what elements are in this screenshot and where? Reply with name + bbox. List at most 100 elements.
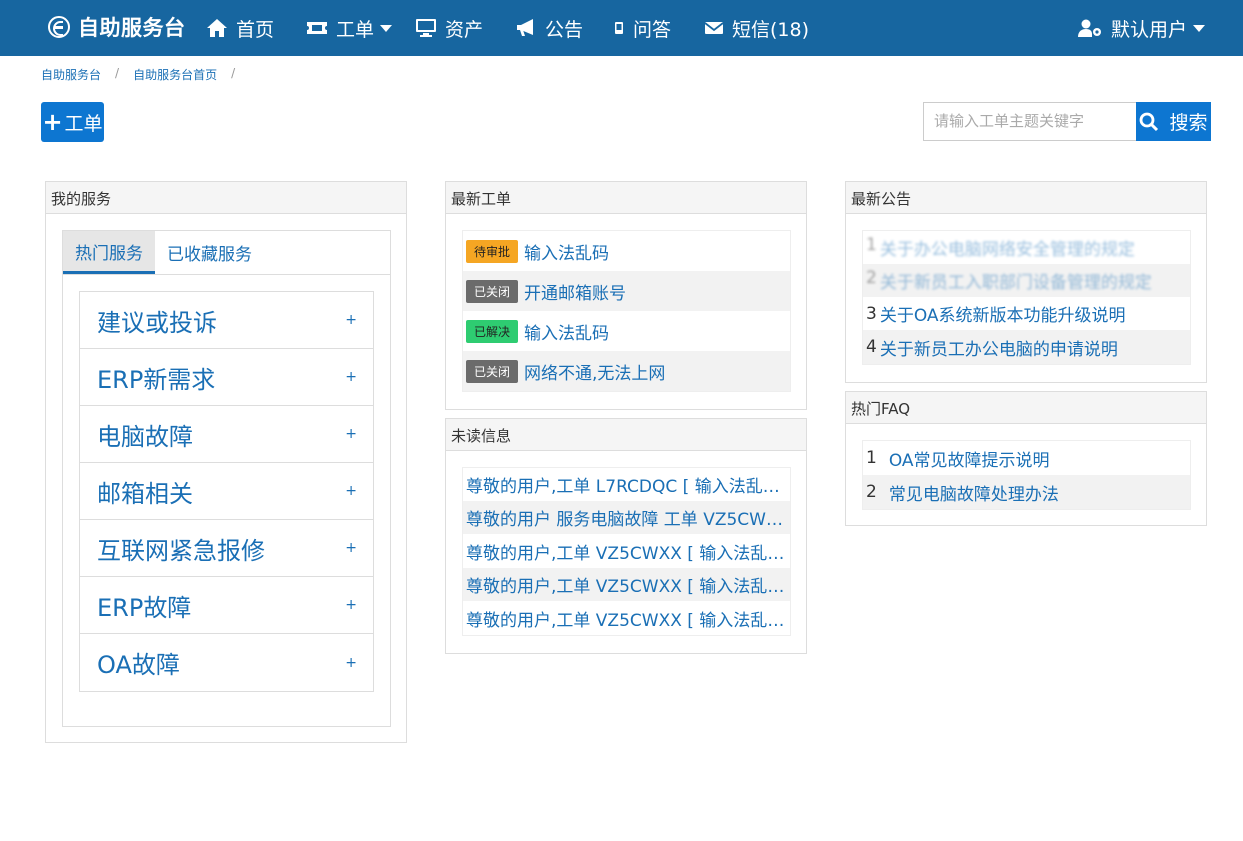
unread-panel: 未读信息 尊敬的用户,工单 L7RCDQC [ 输入法乱码 ] 尊敬的用户 服务… [445,418,807,654]
plus-icon[interactable]: + [345,312,357,328]
announcement-text[interactable]: 关于新员工办公电脑的申请说明 [880,335,1118,360]
announcement-number: 3 [866,303,877,324]
announcement-row[interactable]: 3 关于OA系统新版本功能升级说明 [863,297,1190,330]
brand-logo-icon [48,16,70,38]
nav-announcements[interactable]: 公告 [515,13,583,43]
message-text[interactable]: 尊敬的用户,工单 VZ5CWXX [ 输入法乱码 ] [466,606,789,631]
plus-icon: + [42,108,63,136]
plus-icon[interactable]: + [345,369,357,385]
plus-icon[interactable]: + [345,540,357,556]
announcement-text[interactable]: 关于办公电脑网络安全管理的规定 [880,235,1135,260]
my-services-title: 我的服务 [46,182,406,214]
latest-tickets-title: 最新工单 [446,182,806,214]
message-text[interactable]: 尊敬的用户,工单 L7RCDQC [ 输入法乱码 ] [466,472,789,497]
top-navbar: 自助服务台 首页 工单 资产 公告 问答 短信(18) 默认用户 [0,0,1243,56]
latest-tickets-panel: 最新工单 待审批 输入法乱码 已关闭 开通邮箱账号 已解决 输入法乱码 已关闭 … [445,181,807,410]
nav-sms[interactable]: 短信(18) [704,13,809,43]
faq-text[interactable]: OA常见故障提示说明 [889,446,1050,471]
plus-icon[interactable]: + [345,655,357,671]
message-row[interactable]: 尊敬的用户,工单 VZ5CWXX [ 输入法乱码 ] [463,568,790,601]
announcement-row[interactable]: 1 关于办公电脑网络安全管理的规定 [863,231,1190,264]
nav-sms-label: 短信(18) [732,18,810,41]
faq-panel: 热门FAQ 1 OA常见故障提示说明 2 常见电脑故障处理办法 [845,391,1207,526]
ticket-row[interactable]: 已关闭 开通邮箱账号 [463,271,790,311]
announcement-list: 1 关于办公电脑网络安全管理的规定 2 关于新员工入职部门设备管理的规定 3 关… [862,230,1191,365]
megaphone-icon [517,19,533,36]
message-row[interactable]: 尊敬的用户,工单 VZ5CWXX [ 输入法乱码 ] [463,601,790,635]
breadcrumb-item[interactable]: 自助服务台 [41,66,101,83]
ticket-row[interactable]: 待审批 输入法乱码 [463,231,790,271]
announcement-number: 2 [866,268,877,288]
nav-home[interactable]: 首页 [206,13,274,43]
unread-list: 尊敬的用户,工单 L7RCDQC [ 输入法乱码 ] 尊敬的用户 服务电脑故障 … [462,467,791,636]
faq-row[interactable]: 1 OA常见故障提示说明 [863,441,1190,475]
nav-home-label: 首页 [236,18,275,41]
service-item[interactable]: OA故障 + [80,634,373,691]
search-button-label: 搜索 [1169,112,1208,134]
faq-text[interactable]: 常见电脑故障处理办法 [889,480,1059,505]
home-icon [207,19,227,37]
faq-list: 1 OA常见故障提示说明 2 常见电脑故障处理办法 [862,440,1191,510]
plus-icon[interactable]: + [345,426,357,442]
nav-tickets-label: 工单 [336,18,375,41]
announcement-text[interactable]: 关于OA系统新版本功能升级说明 [880,301,1126,326]
new-ticket-button[interactable]: + 工单 [41,102,104,142]
message-text[interactable]: 尊敬的用户 服务电脑故障 工单 VZ5CWXX [466,505,789,530]
nav-assets[interactable]: 资产 [415,13,483,43]
announcement-row[interactable]: 2 关于新员工入职部门设备管理的规定 [863,264,1190,297]
faq-number: 2 [866,482,877,502]
my-services-panel: 我的服务 热门服务 已收藏服务 建议或投诉 + ERP新需求 + 电脑故障 + 邮箱相… [45,181,407,743]
breadcrumb-item[interactable]: 自助服务台首页 [133,66,217,83]
ticket-row[interactable]: 已解决 输入法乱码 [463,311,790,351]
nav-announcements-label: 公告 [545,18,584,41]
service-label: 邮箱相关 [97,479,193,508]
breadcrumb: 自助服务台 / 自助服务台首页 / [41,66,249,83]
message-text[interactable]: 尊敬的用户,工单 VZ5CWXX [ 输入法乱码 ] [466,539,789,564]
service-label: ERP故障 [97,593,192,622]
ticket-title[interactable]: 开通邮箱账号 [524,279,626,304]
status-badge: 已关闭 [466,359,519,383]
search-input[interactable] [923,102,1137,141]
chevron-down-icon [380,24,393,32]
service-item[interactable]: 建议或投诉 + [80,292,373,349]
chevron-down-icon [1193,24,1206,32]
monitor-icon [416,19,436,37]
user-menu[interactable]: 默认用户 [1077,13,1206,43]
service-label: ERP新需求 [97,365,216,394]
service-list: 建议或投诉 + ERP新需求 + 电脑故障 + 邮箱相关 + 互联网紧急报修 + ERP故… [79,291,374,692]
plus-icon[interactable]: + [345,597,357,613]
nav-assets-label: 资产 [445,18,484,41]
status-badge: 已解决 [466,319,519,343]
status-badge: 待审批 [466,239,519,263]
tab-hot-services[interactable]: 热门服务 [63,231,155,274]
service-item[interactable]: 互联网紧急报修 + [80,520,373,577]
message-row[interactable]: 尊敬的用户 服务电脑故障 工单 VZ5CWXX [463,501,790,534]
ticket-row[interactable]: 已关闭 网络不通,无法上网 [463,351,790,391]
announcement-text[interactable]: 关于新员工入职部门设备管理的规定 [880,268,1152,293]
ticket-title[interactable]: 输入法乱码 [524,239,609,264]
service-item[interactable]: 邮箱相关 + [80,463,373,520]
announcements-panel: 最新公告 1 关于办公电脑网络安全管理的规定 2 关于新员工入职部门设备管理的规… [845,181,1207,383]
service-item[interactable]: 电脑故障 + [80,406,373,463]
plus-icon[interactable]: + [345,483,357,499]
status-badge: 已关闭 [466,279,519,303]
faq-row[interactable]: 2 常见电脑故障处理办法 [863,475,1190,509]
service-item[interactable]: ERP故障 + [80,577,373,634]
announcement-row[interactable]: 4 关于新员工办公电脑的申请说明 [863,330,1190,364]
search-button[interactable]: 搜索 [1136,102,1211,141]
faq-number: 1 [866,448,877,468]
message-text[interactable]: 尊敬的用户,工单 VZ5CWXX [ 输入法乱码 ] [466,572,789,597]
service-label: OA故障 [97,651,180,679]
phone-icon [615,22,623,34]
ticket-title[interactable]: 网络不通,无法上网 [524,359,665,384]
nav-tickets[interactable]: 工单 [306,13,393,43]
nav-qa[interactable]: 问答 [613,13,671,43]
service-item[interactable]: ERP新需求 + [80,349,373,406]
ticket-title[interactable]: 输入法乱码 [524,319,609,344]
services-tabs: 热门服务 已收藏服务 [63,231,390,275]
tab-favorite-services[interactable]: 已收藏服务 [155,231,264,274]
message-row[interactable]: 尊敬的用户,工单 VZ5CWXX [ 输入法乱码 ] [463,534,790,568]
brand[interactable]: 自助服务台 [48,12,186,42]
breadcrumb-separator: / [231,66,236,80]
message-row[interactable]: 尊敬的用户,工单 L7RCDQC [ 输入法乱码 ] [463,468,790,501]
